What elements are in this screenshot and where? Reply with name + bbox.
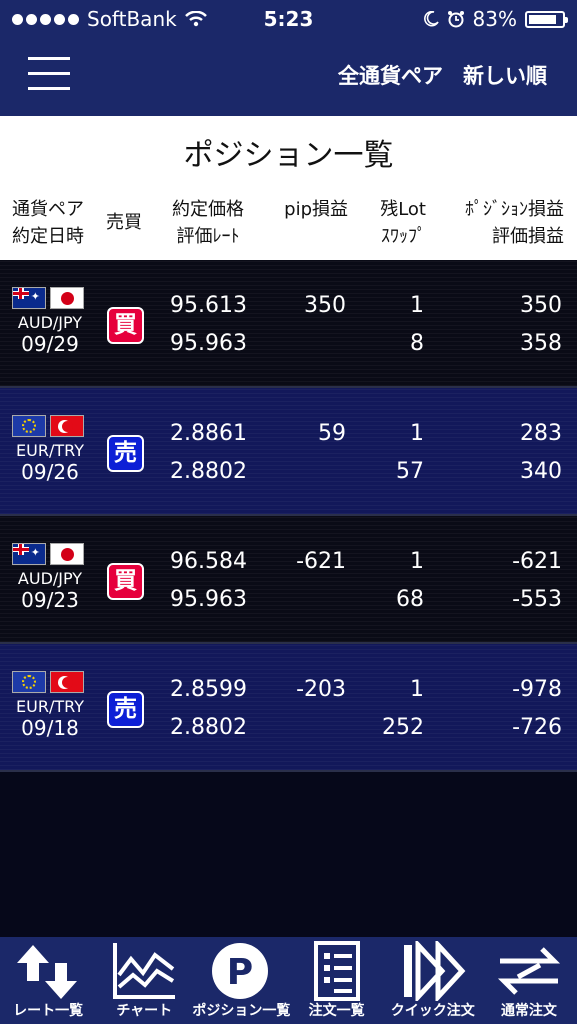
bottom-tab-bar: レート一覧 チャート P ポジション一覧 注文一覧 クイック注文 通常注文 — [0, 937, 577, 1024]
side-badge: 買 — [107, 307, 144, 344]
tab-label: チャート — [116, 1003, 173, 1019]
col-header-pip: pip損益 — [284, 199, 348, 220]
japan-flag-icon — [50, 543, 84, 565]
japan-flag-icon — [50, 287, 84, 309]
quick-order-icon — [403, 941, 466, 1001]
order-list-icon — [313, 941, 360, 1001]
hamburger-icon — [28, 57, 70, 60]
position-row[interactable]: EUR/TRY 09/26 売 2.8861 2.8802 59 1 57 28… — [0, 388, 577, 516]
entry-price: 95.613 — [170, 293, 247, 318]
eval-rate: 2.8802 — [170, 459, 247, 484]
remaining-lot: 1 — [410, 293, 424, 318]
tab-label: 注文一覧 — [308, 1003, 365, 1019]
rate-list-icon — [17, 945, 78, 999]
tab-quick-order[interactable]: クイック注文 — [385, 937, 481, 1024]
australia-flag-icon — [12, 287, 46, 309]
tab-chart[interactable]: チャート — [96, 937, 192, 1024]
tab-label: クイック注文 — [390, 1003, 475, 1019]
currency-pair: AUD/JPY — [17, 569, 83, 588]
position-row[interactable]: AUD/JPY 09/29 買 95.613 95.963 350 1 8 35… — [0, 260, 577, 388]
col-header-price: 約定価格 評価ﾚｰﾄ — [172, 199, 244, 247]
status-bar: SoftBank 5:23 83% — [0, 0, 577, 38]
remaining-lot: 1 — [410, 421, 424, 446]
australia-flag-icon — [12, 543, 46, 565]
entry-price: 2.8861 — [170, 421, 247, 446]
side-badge: 買 — [107, 563, 144, 600]
tab-label: レート一覧 — [13, 1003, 84, 1019]
side-badge: 売 — [107, 435, 144, 472]
currency-pair: EUR/TRY — [16, 441, 84, 460]
svg-text:P: P — [227, 952, 253, 993]
trade-date: 09/23 — [21, 588, 79, 612]
trade-date: 09/29 — [21, 332, 79, 356]
tab-label: 通常注文 — [500, 1003, 557, 1019]
col-header-pl: ﾎﾟｼﾞｼｮﾝ損益 評価損益 — [465, 199, 564, 247]
tab-position-list[interactable]: P ポジション一覧 — [192, 937, 291, 1024]
list-header: ポジション一覧 通貨ペア 約定日時 売買 約定価格 評価ﾚｰﾄ pip損益 残Lot… — [0, 116, 577, 260]
moon-icon — [423, 11, 439, 27]
pip-pl: -203 — [296, 677, 346, 702]
position-list: AUD/JPY 09/29 買 95.613 95.963 350 1 8 35… — [0, 260, 577, 772]
page-title: ポジション一覧 — [183, 138, 394, 173]
pip-pl: 350 — [304, 293, 346, 318]
pip-pl: -621 — [296, 549, 346, 574]
remaining-lot: 1 — [410, 677, 424, 702]
entry-price: 96.584 — [170, 549, 247, 574]
col-header-side: 売買 — [106, 212, 142, 233]
position-row[interactable]: EUR/TRY 09/18 売 2.8599 2.8802 -203 1 252… — [0, 644, 577, 772]
trade-date: 09/18 — [21, 716, 79, 740]
app-header: SoftBank 5:23 83% 全通貨ペア 新しい順 — [0, 0, 577, 116]
col-header-pair: 通貨ペア 約定日時 — [12, 199, 84, 247]
pip-pl: 59 — [318, 421, 346, 446]
turkey-flag-icon — [50, 415, 84, 437]
currency-pair: AUD/JPY — [17, 313, 83, 332]
position-pl: 350 — [520, 293, 562, 318]
tab-order-list[interactable]: 注文一覧 — [289, 937, 385, 1024]
eval-pl: 358 — [520, 331, 562, 356]
swap: 8 — [410, 331, 424, 356]
tab-label: ポジション一覧 — [192, 1003, 291, 1019]
swap: 57 — [396, 459, 424, 484]
eval-pl: -553 — [512, 587, 562, 612]
side-badge: 売 — [107, 691, 144, 728]
remaining-lot: 1 — [410, 549, 424, 574]
eu-flag-icon — [12, 415, 46, 437]
eval-rate: 95.963 — [170, 587, 247, 612]
swap: 252 — [382, 715, 424, 740]
battery-percent: 83% — [472, 7, 517, 31]
eval-rate: 95.963 — [170, 331, 247, 356]
eval-pl: -726 — [512, 715, 562, 740]
position-pl: -978 — [512, 677, 562, 702]
eval-rate: 2.8802 — [170, 715, 247, 740]
menu-button[interactable] — [28, 57, 70, 91]
chart-icon — [113, 943, 176, 999]
normal-order-icon — [497, 947, 560, 995]
sort-button[interactable]: 新しい順 — [463, 60, 547, 90]
alarm-icon — [447, 11, 464, 28]
currency-pair: EUR/TRY — [16, 697, 84, 716]
eu-flag-icon — [12, 671, 46, 693]
position-icon: P — [212, 943, 269, 999]
entry-price: 2.8599 — [170, 677, 247, 702]
position-row[interactable]: AUD/JPY 09/23 買 96.584 95.963 -621 1 68 … — [0, 516, 577, 644]
tab-rate-list[interactable]: レート一覧 — [0, 937, 96, 1024]
eval-pl: 340 — [520, 459, 562, 484]
position-pl: -621 — [512, 549, 562, 574]
turkey-flag-icon — [50, 671, 84, 693]
pair-filter-button[interactable]: 全通貨ペア — [338, 60, 443, 90]
trade-date: 09/26 — [21, 460, 79, 484]
battery-icon — [525, 10, 568, 28]
swap: 68 — [396, 587, 424, 612]
col-header-lot: 残Lot ｽﾜｯﾌﾟ — [380, 199, 426, 247]
position-pl: 283 — [520, 421, 562, 446]
tab-normal-order[interactable]: 通常注文 — [481, 937, 577, 1024]
